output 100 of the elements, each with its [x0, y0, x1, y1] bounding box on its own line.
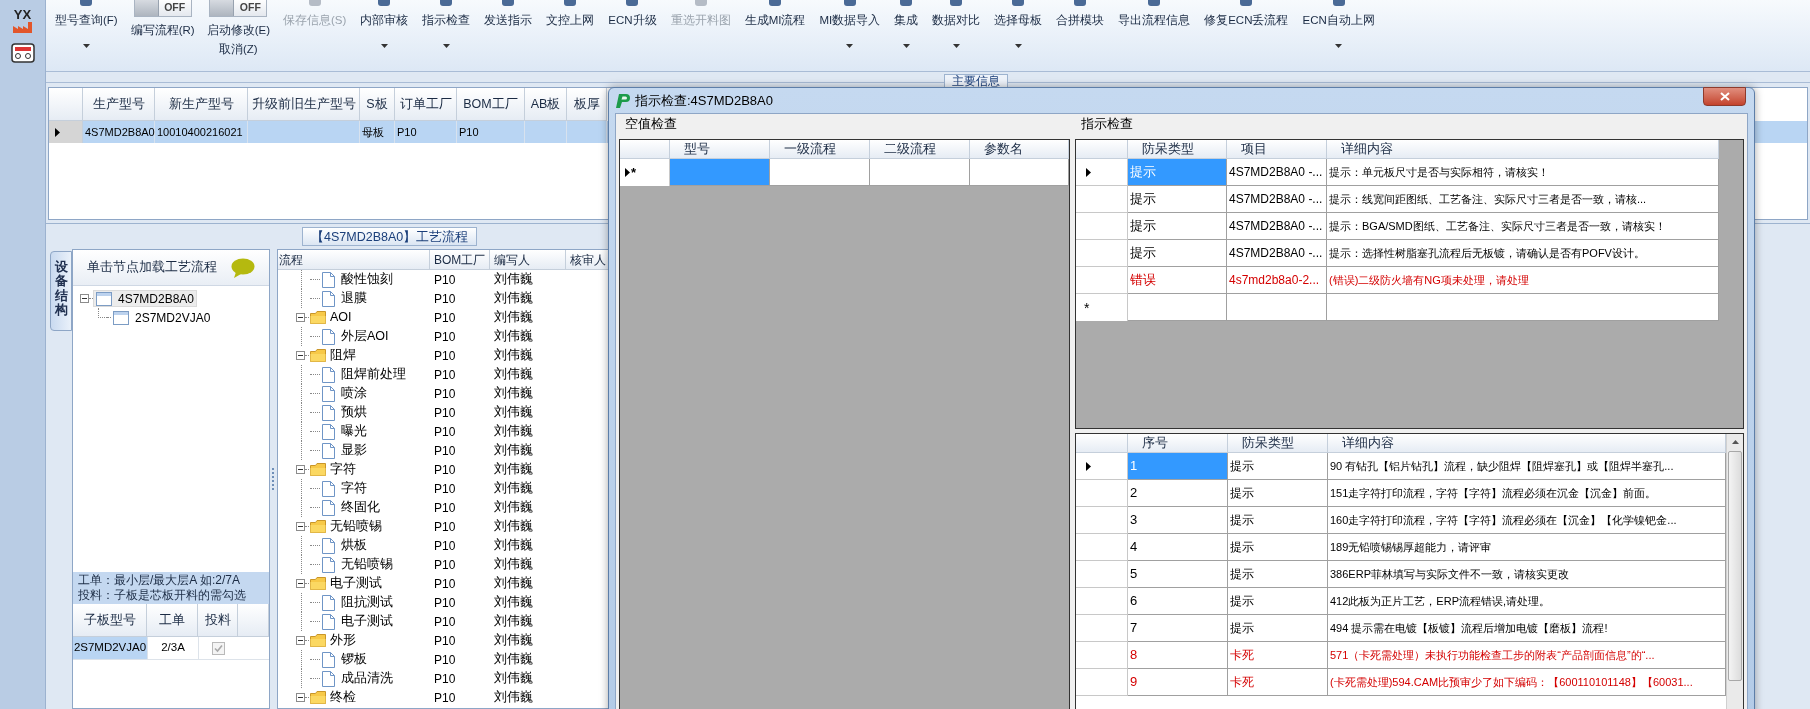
toolbar-button[interactable]: 导出流程信息 — [1111, 0, 1198, 62]
toggle-switch[interactable]: OFF — [133, 0, 192, 17]
collapse-icon[interactable] — [296, 351, 305, 360]
toolbar-button[interactable]: ECN自动上网 — [1295, 0, 1382, 62]
column-header[interactable]: BOM工厂 — [430, 250, 490, 270]
table-cell: 160走字符打印流程，字符【字符】流程必须在【沉金】【化学镍钯金... — [1328, 507, 1726, 534]
column-header[interactable]: 生产型号 — [83, 88, 155, 121]
close-button[interactable] — [1703, 87, 1746, 106]
grid-corner — [1076, 434, 1128, 453]
column-header[interactable]: 参数名 — [970, 140, 1069, 159]
table-cell[interactable] — [770, 159, 870, 186]
column-header[interactable]: 新生产型号 — [155, 88, 248, 121]
table-cell[interactable] — [1327, 294, 1719, 321]
toolbar-icon — [1011, 0, 1026, 6]
column-header[interactable]: 详细内容 — [1328, 434, 1726, 453]
toolbar-button[interactable]: 发送指示 — [477, 0, 540, 62]
toolbar-button[interactable]: 选择母板 — [987, 0, 1050, 62]
column-header[interactable]: 防呆类型 — [1128, 140, 1227, 159]
column-header[interactable]: 防呆类型 — [1228, 434, 1328, 453]
tree-item[interactable]: 字符 — [341, 479, 367, 498]
toolbar-button[interactable]: 集成 — [887, 0, 926, 62]
section-tab[interactable]: 主要信息 — [944, 74, 1008, 88]
tree-item[interactable]: 终固化 — [341, 498, 380, 517]
column-header[interactable]: 型号 — [670, 140, 770, 159]
column-header[interactable]: 工单 — [147, 604, 198, 637]
column-header[interactable]: 一级流程 — [770, 140, 870, 159]
table-cell-text: 刘伟巍 — [493, 366, 534, 384]
toggle-switch[interactable]: OFF — [209, 0, 268, 17]
table-cell[interactable] — [970, 159, 1069, 186]
column-header[interactable]: 序号 — [1128, 434, 1228, 453]
checkbox[interactable] — [212, 641, 225, 655]
toolbar-button[interactable]: ECN升级 — [601, 0, 664, 62]
tree-item[interactable]: 外形 — [330, 631, 356, 650]
table-cell-text: P10 — [433, 670, 457, 688]
side-tab[interactable]: 设备结构 — [50, 251, 72, 331]
collapse-icon[interactable] — [296, 579, 305, 588]
table-cell[interactable] — [1128, 294, 1227, 321]
tree-node[interactable]: 2S7MD2VJA0 — [111, 309, 213, 326]
toolbar-icon — [1147, 0, 1162, 6]
collapse-icon[interactable] — [296, 465, 305, 474]
column-header[interactable]: 项目 — [1227, 140, 1327, 159]
app-logo[interactable]: YX — [11, 8, 34, 33]
tree-item[interactable]: 锣板 — [341, 650, 367, 669]
tree-item[interactable]: 曝光 — [341, 422, 367, 441]
toolbar-button[interactable]: 内部审核 — [353, 0, 416, 62]
toolbar-button[interactable]: 指示检查 — [415, 0, 478, 62]
toolbar-button[interactable]: 文控上网 — [539, 0, 602, 62]
table-cell[interactable] — [870, 159, 970, 186]
tree-item[interactable]: 阻抗测试 — [341, 593, 393, 612]
tree-item[interactable]: 显影 — [341, 441, 367, 460]
column-header[interactable]: 二级流程 — [870, 140, 970, 159]
collapse-icon[interactable] — [296, 636, 305, 645]
collapse-icon[interactable] — [80, 294, 89, 303]
toolbox-icon[interactable] — [10, 41, 35, 63]
tree-item[interactable]: 电子测试 — [330, 574, 382, 593]
tree-item[interactable]: 电子测试 — [341, 612, 393, 631]
table-cell[interactable] — [1227, 294, 1327, 321]
tree-item[interactable]: 成品清洗 — [341, 669, 393, 688]
toolbar-button[interactable]: 生成MI流程 — [737, 0, 813, 62]
tree-item[interactable]: 烘板 — [341, 536, 367, 555]
column-header[interactable]: S板 — [360, 88, 395, 121]
column-header[interactable]: 子板型号 — [73, 604, 147, 637]
table-cell: 提示 — [1128, 186, 1227, 213]
column-header[interactable]: 编写人 — [490, 250, 566, 270]
table-cell: 10010400216021 — [155, 121, 248, 143]
tree-item[interactable]: 喷涂 — [341, 384, 367, 403]
tree-item[interactable]: 字符 — [330, 460, 356, 479]
column-header[interactable]: 详细内容 — [1327, 140, 1719, 159]
tree-item[interactable]: 外层AOI — [341, 327, 389, 346]
toolbar-button[interactable]: 型号查询(F) — [48, 0, 125, 62]
column-header[interactable]: 板厚 — [567, 88, 607, 121]
column-header[interactable]: 投料 — [198, 604, 238, 637]
tree-item[interactable]: 酸性蚀刻 — [341, 270, 393, 289]
column-header[interactable]: 升级前旧生产型号 — [248, 88, 360, 121]
toolbar-icon — [693, 0, 708, 6]
tree-hint: 单击节点加载工艺流程 — [87, 259, 217, 277]
tree-node[interactable]: 4S7MD2B8A0 — [93, 290, 198, 307]
table-cell: 1 — [1128, 453, 1228, 480]
tree-item[interactable]: 阻焊前处理 — [341, 365, 406, 384]
column-header[interactable]: 订单工厂 — [395, 88, 457, 121]
tree-item[interactable]: 阻焊 — [330, 346, 356, 365]
column-header[interactable]: BOM工厂 — [457, 88, 525, 121]
collapse-icon[interactable] — [296, 693, 305, 702]
tree-item[interactable]: 退膜 — [341, 289, 367, 308]
toolbar-button[interactable]: 合拼模块 — [1049, 0, 1112, 62]
collapse-icon[interactable] — [296, 522, 305, 531]
column-header[interactable]: 流程 — [278, 250, 430, 270]
collapse-icon[interactable] — [296, 313, 305, 322]
scrollbar[interactable] — [1726, 434, 1743, 709]
toolbar-button[interactable]: 修复ECN丢流程 — [1197, 0, 1296, 62]
tree-item[interactable]: 预烘 — [341, 403, 367, 422]
tree-item[interactable]: AOI — [330, 308, 352, 327]
column-header[interactable]: AB板 — [525, 88, 567, 121]
scroll-thumb[interactable] — [1728, 451, 1742, 681]
tree-item[interactable]: 无铅喷锡 — [330, 517, 382, 536]
toolbar-button[interactable]: 数据对比 — [925, 0, 988, 62]
tree-item[interactable]: 终检 — [330, 688, 356, 707]
tree-item[interactable]: 无铅喷锡 — [341, 555, 393, 574]
toolbar-button[interactable]: MI数据导入 — [812, 0, 888, 62]
table-cell[interactable] — [670, 159, 770, 186]
